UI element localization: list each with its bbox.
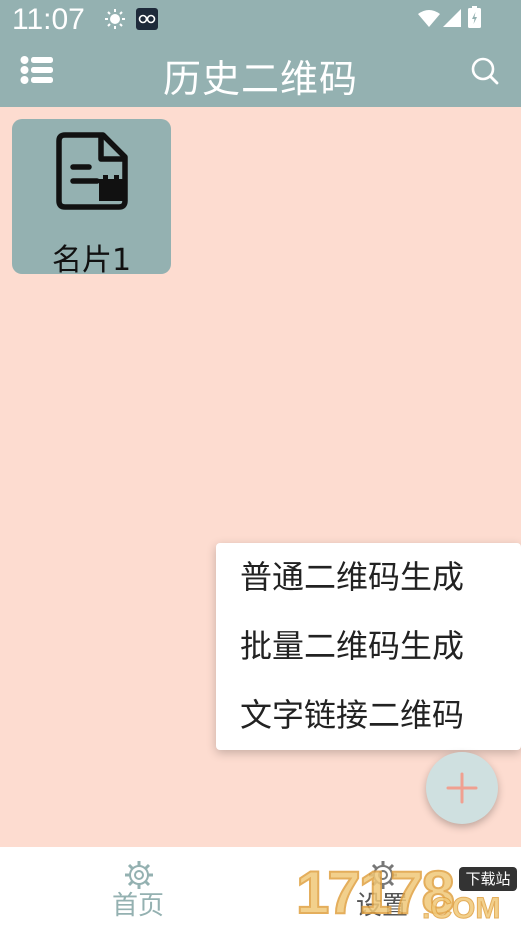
add-button[interactable]	[426, 752, 498, 824]
menu-item-text-link-qr[interactable]: 文字链接二维码	[216, 681, 521, 750]
create-menu: 普通二维码生成 批量二维码生成 文字链接二维码	[216, 543, 521, 750]
signal-icon	[443, 9, 461, 31]
status-time: 11:07	[12, 3, 85, 36]
nav-item-home[interactable]: 首页	[8, 847, 268, 926]
document-icon	[53, 129, 131, 219]
watermark-badge: 下载站	[459, 867, 517, 891]
watermark-suffix: .COM	[421, 892, 501, 926]
app-bar: 历史二维码	[0, 42, 521, 107]
search-button[interactable]	[470, 56, 500, 86]
watermark-logo: 17178 下载站 .COM	[295, 858, 521, 926]
menu-item-batch-qr[interactable]: 批量二维码生成	[216, 612, 521, 681]
battery-icon	[468, 6, 481, 32]
glasses-icon	[136, 8, 158, 34]
sun-icon	[104, 8, 126, 34]
nav-label-home: 首页	[111, 891, 164, 921]
card-label: 名片1	[51, 243, 132, 278]
search-icon	[470, 57, 500, 90]
wifi-icon	[418, 9, 440, 31]
menu-item-normal-qr[interactable]: 普通二维码生成	[216, 543, 521, 612]
page-title: 历史二维码	[162, 57, 358, 101]
history-card[interactable]: 名片1	[12, 119, 171, 278]
status-bar: 11:07	[0, 0, 521, 42]
